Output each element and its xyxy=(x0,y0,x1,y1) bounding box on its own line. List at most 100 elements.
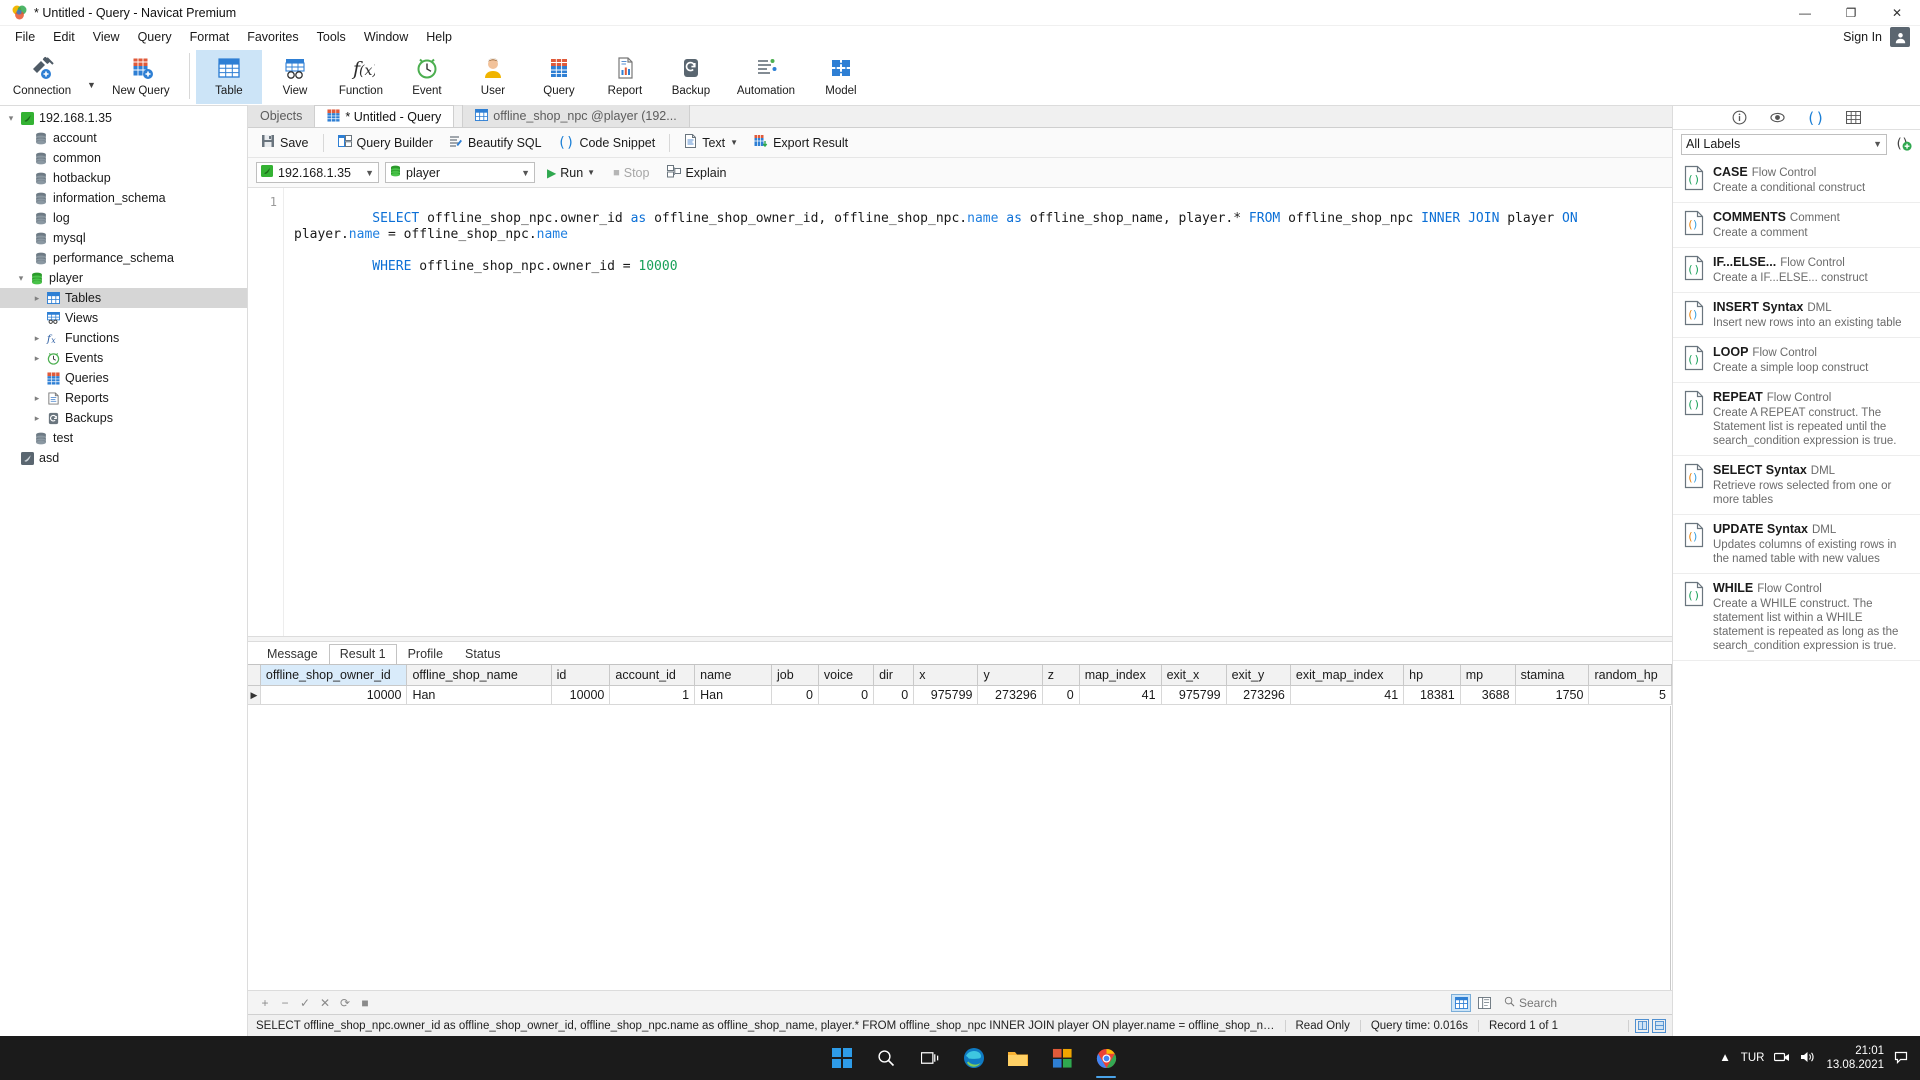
snippet-item-if-else[interactable]: () IF...ELSE... Flow Control Create a IF.… xyxy=(1673,248,1920,293)
menu-item-favorites[interactable]: Favorites xyxy=(238,28,307,46)
column-z[interactable]: z xyxy=(1042,665,1080,686)
chevron-down-icon[interactable]: ▼ xyxy=(587,168,595,177)
menu-item-file[interactable]: File xyxy=(6,28,44,46)
chevron-down-icon[interactable]: ▼ xyxy=(730,138,738,147)
snippet-item-comments[interactable]: () COMMENTS Comment Create a comment xyxy=(1673,203,1920,248)
toolbar-connection[interactable]: Connection xyxy=(0,50,84,104)
cell-name[interactable]: Han xyxy=(694,685,773,705)
split-horizontal-icon[interactable] xyxy=(1635,1018,1649,1033)
toolbar-function[interactable]: f (x) Function xyxy=(328,50,394,104)
tree-item-hotbackup[interactable]: hotbackup xyxy=(0,168,247,188)
split-vertical-icon[interactable] xyxy=(1652,1018,1666,1033)
snippet-item-select-syntax[interactable]: () SELECT Syntax DML Retrieve rows select… xyxy=(1673,456,1920,515)
cell-job[interactable]: 0 xyxy=(771,685,819,705)
form-view-button[interactable] xyxy=(1474,994,1494,1012)
tree-item-queries[interactable]: Queries xyxy=(0,368,247,388)
search-icon[interactable] xyxy=(864,1036,908,1080)
start-icon[interactable] xyxy=(820,1036,864,1080)
language-indicator[interactable]: TUR xyxy=(1741,1052,1765,1064)
snippet-item-repeat[interactable]: () REPEAT Flow Control Create A REPEAT co… xyxy=(1673,383,1920,456)
cell-hp[interactable]: 18381 xyxy=(1403,685,1461,705)
column-name[interactable]: name xyxy=(694,665,773,686)
edge-icon[interactable] xyxy=(952,1036,996,1080)
apply-changes-button[interactable]: ✓ xyxy=(296,994,314,1012)
column-offline-shop-name[interactable]: offline_shop_name xyxy=(406,665,552,686)
add-record-button[interactable]: + xyxy=(256,994,274,1012)
snippet-item-loop[interactable]: () LOOP Flow Control Create a simple loop… xyxy=(1673,338,1920,383)
tab-message[interactable]: Message xyxy=(256,644,329,664)
toolbar-query[interactable]: Query xyxy=(526,50,592,104)
chevron-down-icon[interactable]: ▼ xyxy=(1869,139,1882,149)
toolbar-automation[interactable]: Automation xyxy=(724,50,808,104)
tree-item-information-schema[interactable]: information_schema xyxy=(0,188,247,208)
tree-item-events[interactable]: ▸ Events xyxy=(0,348,247,368)
tree-item-mysql[interactable]: mysql xyxy=(0,228,247,248)
navicat-icon[interactable] xyxy=(1040,1036,1084,1080)
code-snippet-button[interactable]: () Code Snippet xyxy=(551,132,663,154)
grid-search[interactable]: Search xyxy=(1504,996,1664,1010)
tray-expand-icon[interactable]: ▲ xyxy=(1719,1052,1730,1064)
maximize-button[interactable]: ❐ xyxy=(1828,0,1874,26)
column-map-index[interactable]: map_index xyxy=(1079,665,1162,686)
menu-item-tools[interactable]: Tools xyxy=(308,28,355,46)
tab-objects[interactable]: Objects xyxy=(248,105,316,127)
cell-z[interactable]: 0 xyxy=(1042,685,1080,705)
snippet-item-update-syntax[interactable]: () UPDATE Syntax DML Updates columns of e… xyxy=(1673,515,1920,574)
tab-status[interactable]: Status xyxy=(454,644,511,664)
menu-item-view[interactable]: View xyxy=(84,28,129,46)
column-exit-map-index[interactable]: exit_map_index xyxy=(1290,665,1405,686)
tree-item-common[interactable]: common xyxy=(0,148,247,168)
sign-in-label[interactable]: Sign In xyxy=(1843,30,1882,44)
table-row[interactable]: ▶ 10000 Han 10000 1 Han 0 0 0 975799 273 xyxy=(248,685,1672,705)
column-exit-x[interactable]: exit_x xyxy=(1161,665,1227,686)
save-button[interactable]: Save xyxy=(254,131,316,154)
column-dir[interactable]: dir xyxy=(873,665,915,686)
chevron-down-icon[interactable]: ▾ xyxy=(4,113,18,124)
tree-item-reports[interactable]: ▸ Reports xyxy=(0,388,247,408)
cell-offline-shop-name[interactable]: Han xyxy=(406,685,552,705)
chevron-right-icon[interactable]: ▸ xyxy=(30,353,44,364)
result-grid[interactable]: offline_shop_owner_id offline_shop_name … xyxy=(248,664,1672,990)
cell-random-hp[interactable]: 5 xyxy=(1588,685,1672,705)
column-exit-y[interactable]: exit_y xyxy=(1226,665,1291,686)
chevron-right-icon[interactable]: ▸ xyxy=(30,333,44,344)
database-select[interactable]: player ▼ xyxy=(385,162,535,183)
column-mp[interactable]: mp xyxy=(1460,665,1516,686)
minimize-button[interactable]: — xyxy=(1782,0,1828,26)
info-icon[interactable] xyxy=(1731,109,1749,127)
toolbar-new-query[interactable]: New Query xyxy=(99,50,183,104)
sql-code[interactable]: SELECT offline_shop_npc.owner_id as offl… xyxy=(284,188,1672,636)
menu-item-window[interactable]: Window xyxy=(355,28,417,46)
snippet-item-while[interactable]: () WHILE Flow Control Create a WHILE cons… xyxy=(1673,574,1920,661)
menu-item-edit[interactable]: Edit xyxy=(44,28,84,46)
sign-in-area[interactable]: Sign In xyxy=(1843,27,1920,47)
cell-map-index[interactable]: 41 xyxy=(1079,685,1162,705)
task-view-icon[interactable] xyxy=(908,1036,952,1080)
cell-exit-y[interactable]: 273296 xyxy=(1226,685,1291,705)
chevron-down-icon[interactable]: ▼ xyxy=(361,168,374,178)
grid-icon[interactable] xyxy=(1845,109,1863,127)
refresh-button[interactable]: ⟳ xyxy=(336,994,354,1012)
tab-profile[interactable]: Profile xyxy=(397,644,454,664)
sql-editor[interactable]: 1 SELECT offline_shop_npc.owner_id as of… xyxy=(248,188,1672,636)
tree-item-functions[interactable]: ▸ fx Functions xyxy=(0,328,247,348)
tree-item-tables[interactable]: ▸ Tables xyxy=(0,288,247,308)
chrome-icon[interactable] xyxy=(1084,1036,1128,1080)
tree-item-views[interactable]: Views xyxy=(0,308,247,328)
add-snippet-icon[interactable]: ( ) xyxy=(1894,134,1912,155)
snippets-list[interactable]: () CASE Flow Control Create a conditional… xyxy=(1673,158,1920,1036)
cell-x[interactable]: 975799 xyxy=(913,685,979,705)
result-table[interactable]: offline_shop_owner_id offline_shop_name … xyxy=(248,665,1672,705)
column-voice[interactable]: voice xyxy=(818,665,875,686)
cell-offline-shop-owner-id[interactable]: 10000 xyxy=(260,685,408,705)
column-job[interactable]: job xyxy=(771,665,819,686)
export-result-button[interactable]: Export Result xyxy=(747,131,855,154)
query-builder-button[interactable]: Query Builder xyxy=(331,131,440,154)
toolbar-user[interactable]: User xyxy=(460,50,526,104)
network-icon[interactable] xyxy=(1774,1050,1790,1067)
snippet-item-insert-syntax[interactable]: () INSERT Syntax DML Insert new rows into… xyxy=(1673,293,1920,338)
column-offline-shop-owner-id[interactable]: offline_shop_owner_id xyxy=(260,665,408,686)
toolbar-backup[interactable]: Backup xyxy=(658,50,724,104)
column-account-id[interactable]: account_id xyxy=(609,665,696,686)
cell-exit-map-index[interactable]: 41 xyxy=(1290,685,1405,705)
